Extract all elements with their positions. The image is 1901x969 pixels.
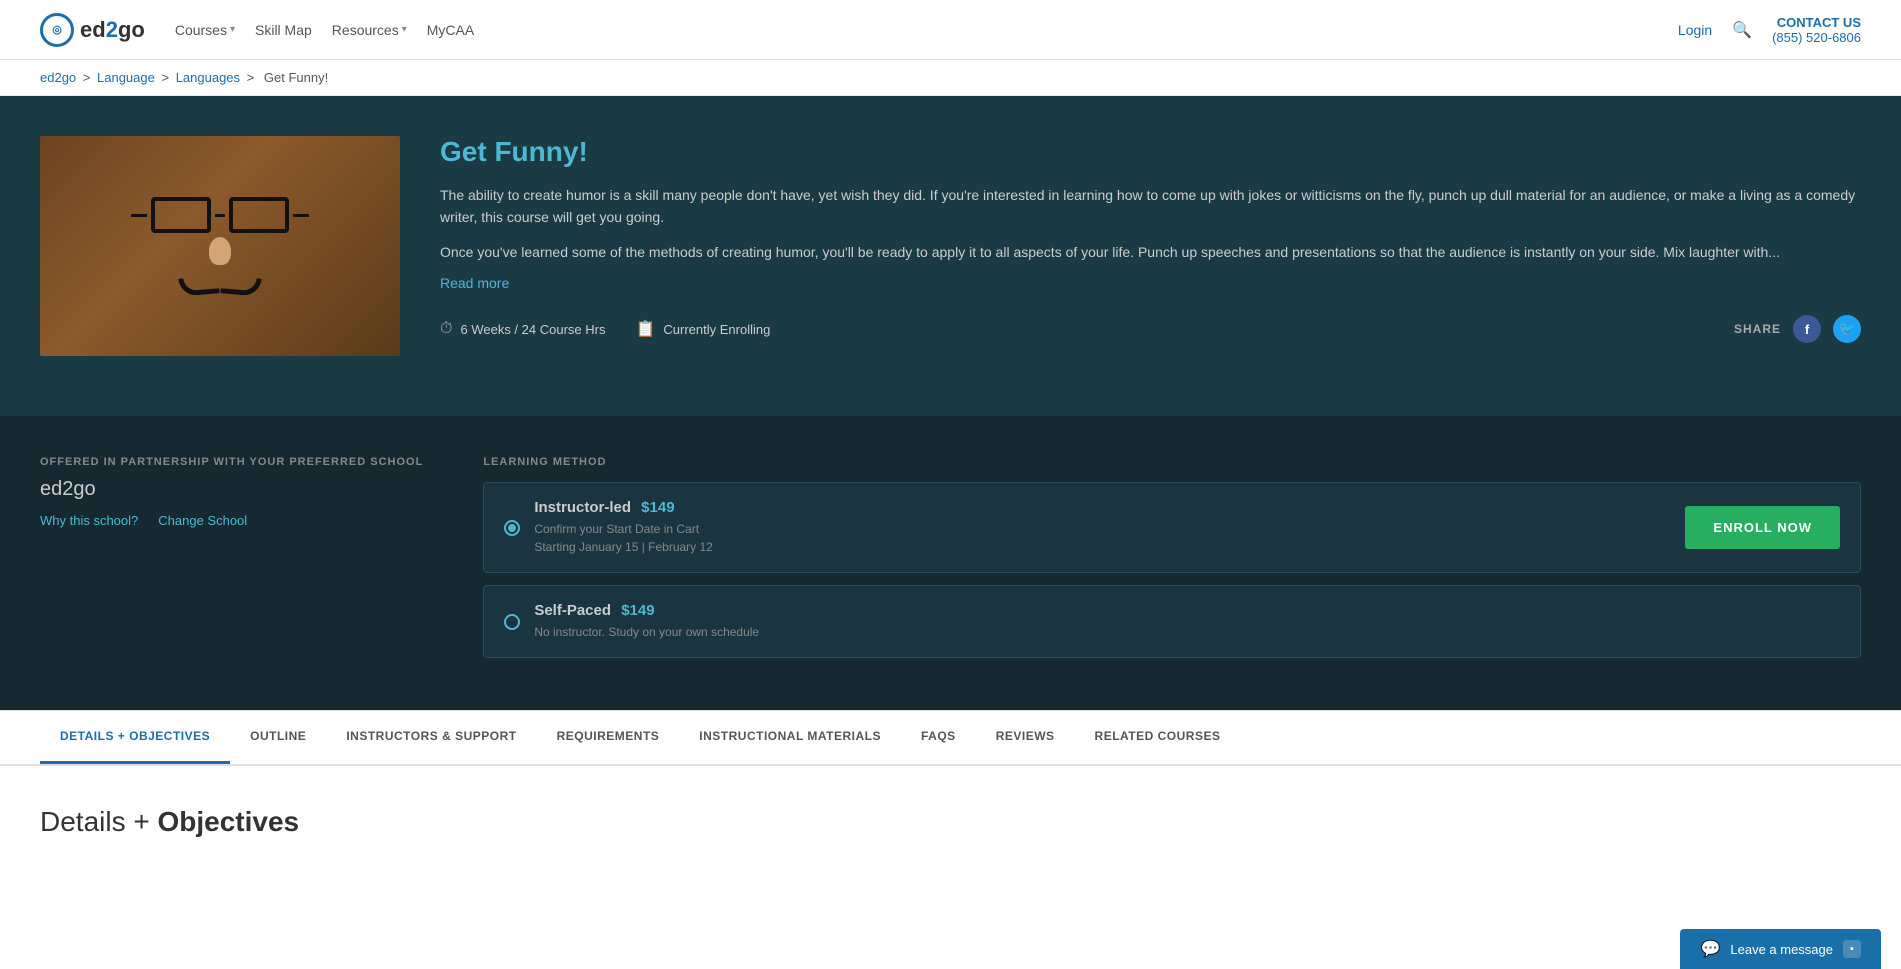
self-paced-sub1: No instructor. Study on your own schedul… bbox=[534, 623, 1840, 641]
header-left: ◎ ed2go Courses ▾ Skill Map Resources ▾ … bbox=[40, 13, 474, 47]
self-paced-option[interactable]: Self-Paced $149 No instructor. Study on … bbox=[483, 585, 1861, 658]
read-more-link[interactable]: Read more bbox=[440, 275, 509, 291]
login-link[interactable]: Login bbox=[1678, 22, 1712, 38]
mustache-icon bbox=[179, 277, 261, 295]
learning-method-label: LEARNING METHOD bbox=[483, 456, 1861, 468]
tab-requirements[interactable]: REQUIREMENTS bbox=[537, 711, 680, 764]
share-label: SHARE bbox=[1734, 322, 1781, 336]
breadcrumb-separator: > bbox=[161, 70, 172, 85]
image-placeholder bbox=[40, 136, 400, 356]
tab-related-courses[interactable]: RELATED COURSES bbox=[1075, 711, 1241, 764]
instructor-led-option[interactable]: Instructor-led $149 Confirm your Start D… bbox=[483, 482, 1861, 573]
self-paced-radio[interactable] bbox=[504, 614, 520, 630]
tab-instructional-materials[interactable]: INSTRUCTIONAL MATERIALS bbox=[679, 711, 901, 764]
live-chat-close-button[interactable]: ▪ bbox=[1843, 940, 1861, 958]
live-chat-widget[interactable]: 💬 Leave a message ▪ bbox=[1680, 929, 1881, 969]
logo-text: ed2go bbox=[80, 17, 145, 43]
details-title: Details + Objectives bbox=[40, 806, 1861, 838]
course-description-1: The ability to create humor is a skill m… bbox=[440, 184, 1861, 229]
logo[interactable]: ◎ ed2go bbox=[40, 13, 145, 47]
nav-mycaa[interactable]: MyCAA bbox=[427, 22, 474, 38]
instructor-info: Instructor-led $149 Confirm your Start D… bbox=[534, 499, 1671, 556]
header-right: Login 🔍 CONTACT US (855) 520-6806 bbox=[1678, 15, 1861, 45]
tab-details-objectives[interactable]: DETAILS + OBJECTIVES bbox=[40, 711, 230, 764]
breadcrumb: ed2go > Language > Languages > Get Funny… bbox=[0, 60, 1901, 96]
partnership-block: OFFERED IN PARTNERSHIP WITH YOUR PREFERR… bbox=[40, 456, 423, 528]
breadcrumb-separator: > bbox=[247, 70, 258, 85]
instructor-sub1: Confirm your Start Date in Cart bbox=[534, 520, 1671, 538]
hero-meta: ⏱ 6 Weeks / 24 Course Hrs 📋 Currently En… bbox=[440, 315, 1861, 343]
instructor-price: $149 bbox=[641, 499, 674, 516]
contact-phone: (855) 520-6806 bbox=[1772, 30, 1861, 45]
instructor-radio[interactable] bbox=[504, 520, 520, 536]
tab-outline[interactable]: OUTLINE bbox=[230, 711, 326, 764]
tabs-section: DETAILS + OBJECTIVES OUTLINE INSTRUCTORS… bbox=[0, 710, 1901, 766]
course-description-2: Once you've learned some of the methods … bbox=[440, 241, 1861, 263]
enrollment-status: Currently Enrolling bbox=[663, 322, 770, 337]
tab-reviews[interactable]: REVIEWS bbox=[976, 711, 1075, 764]
self-paced-info: Self-Paced $149 No instructor. Study on … bbox=[534, 602, 1840, 641]
twitter-share-button[interactable]: 🐦 bbox=[1833, 315, 1861, 343]
glasses-decoration bbox=[131, 197, 309, 295]
tab-instructors-support[interactable]: INSTRUCTORS & SUPPORT bbox=[326, 711, 536, 764]
contact-info: CONTACT US (855) 520-6806 bbox=[1772, 15, 1861, 45]
contact-us-label: CONTACT US bbox=[1772, 15, 1861, 30]
glasses-icon bbox=[131, 197, 309, 233]
breadcrumb-ed2go[interactable]: ed2go bbox=[40, 70, 76, 85]
school-links: Why this school? Change School bbox=[40, 513, 423, 528]
main-nav: Courses ▾ Skill Map Resources ▾ MyCAA bbox=[175, 22, 474, 38]
nav-resources[interactable]: Resources ▾ bbox=[332, 22, 407, 38]
school-name: ed2go bbox=[40, 478, 423, 501]
partnership-label: OFFERED IN PARTNERSHIP WITH YOUR PREFERR… bbox=[40, 456, 423, 468]
calendar-icon: 📋 bbox=[635, 319, 655, 339]
why-school-link[interactable]: Why this school? bbox=[40, 513, 138, 528]
chevron-down-icon: ▾ bbox=[402, 24, 407, 35]
main-header: ◎ ed2go Courses ▾ Skill Map Resources ▾ … bbox=[0, 0, 1901, 60]
live-chat-label: Leave a message bbox=[1730, 942, 1833, 957]
chat-icon: 💬 bbox=[1700, 939, 1720, 959]
tab-faqs[interactable]: FAQS bbox=[901, 711, 976, 764]
details-section: Details + Objectives bbox=[0, 766, 1901, 878]
enrollment-section: OFFERED IN PARTNERSHIP WITH YOUR PREFERR… bbox=[0, 416, 1901, 710]
course-image bbox=[40, 136, 400, 356]
self-paced-title: Self-Paced $149 bbox=[534, 602, 1840, 619]
share-section: SHARE f 🐦 bbox=[1734, 315, 1861, 343]
enrollment-meta: 📋 Currently Enrolling bbox=[635, 319, 770, 339]
hero-section: Get Funny! The ability to create humor i… bbox=[0, 96, 1901, 416]
learning-block: LEARNING METHOD Instructor-led $149 Conf… bbox=[483, 456, 1861, 670]
course-title: Get Funny! bbox=[440, 136, 1861, 168]
instructor-title: Instructor-led $149 bbox=[534, 499, 1671, 516]
duration-text: 6 Weeks / 24 Course Hrs bbox=[460, 322, 605, 337]
chevron-down-icon: ▾ bbox=[230, 24, 235, 35]
self-paced-price: $149 bbox=[621, 602, 654, 619]
breadcrumb-current: Get Funny! bbox=[264, 70, 328, 85]
nav-courses[interactable]: Courses ▾ bbox=[175, 22, 235, 38]
nav-skill-map[interactable]: Skill Map bbox=[255, 22, 312, 38]
clock-icon: ⏱ bbox=[440, 320, 452, 338]
change-school-link[interactable]: Change School bbox=[158, 513, 247, 528]
duration-meta: ⏱ 6 Weeks / 24 Course Hrs bbox=[440, 320, 605, 338]
facebook-share-button[interactable]: f bbox=[1793, 315, 1821, 343]
hero-content: Get Funny! The ability to create humor i… bbox=[440, 136, 1861, 343]
breadcrumb-languages[interactable]: Languages bbox=[176, 70, 240, 85]
enroll-now-button[interactable]: ENROLL NOW bbox=[1685, 506, 1840, 549]
logo-icon: ◎ bbox=[40, 13, 74, 47]
breadcrumb-language[interactable]: Language bbox=[97, 70, 155, 85]
breadcrumb-separator: > bbox=[83, 70, 94, 85]
instructor-sub2: Starting January 15 | February 12 bbox=[534, 538, 1671, 556]
search-icon[interactable]: 🔍 bbox=[1732, 20, 1752, 40]
nose-icon bbox=[209, 237, 231, 265]
